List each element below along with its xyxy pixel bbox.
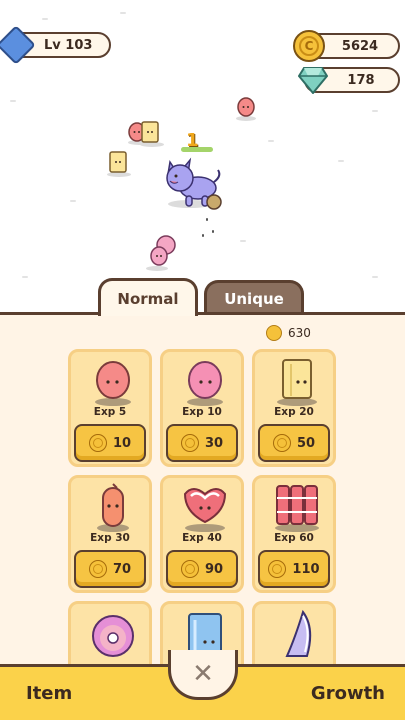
item-price: 50: [296, 435, 316, 451]
coin-icon: [272, 434, 291, 452]
shop-card[interactable]: [68, 601, 152, 664]
ground-speck: [10, 100, 16, 102]
item-exp: Exp 30: [90, 532, 130, 544]
shop-card[interactable]: Exp 10 30: [160, 349, 244, 467]
shop-card[interactable]: Exp 60 110: [252, 475, 336, 593]
item-price: 10: [112, 435, 132, 451]
cheese-pickup[interactable]: [108, 150, 128, 174]
ground-speck: [338, 160, 344, 162]
ground-speck: [240, 240, 246, 242]
coin-icon: [180, 434, 199, 452]
tab-normal[interactable]: Normal: [98, 278, 198, 316]
shop-card[interactable]: [252, 601, 336, 664]
ground-speck: [372, 110, 378, 112]
item-exp: Exp 40: [182, 532, 222, 544]
shop-balance-value: 630: [288, 326, 311, 340]
item-price: 90: [204, 561, 224, 577]
ground-speck: [120, 12, 126, 14]
coin-icon: [266, 325, 282, 341]
gem-count: 178: [347, 72, 375, 88]
shop-panel: 630 Exp 5 10 Exp 10 30 Exp 20 50 Exp 30 …: [0, 312, 405, 664]
dust-particle: [202, 234, 204, 237]
buy-button[interactable]: 10: [74, 424, 146, 462]
sausage-icon: [97, 483, 129, 532]
item-price: 110: [292, 561, 320, 577]
coin-icon: C: [293, 30, 325, 62]
ground-speck: [268, 140, 274, 142]
coin-count: 5624: [341, 38, 379, 54]
buy-button[interactable]: 50: [258, 424, 330, 462]
shop-card[interactable]: Exp 30 70: [68, 475, 152, 593]
buy-button[interactable]: 110: [258, 550, 330, 588]
steak-icon: [183, 488, 227, 532]
growth-tab-button[interactable]: Growth: [311, 683, 385, 704]
level-text: Lv 103: [44, 37, 93, 53]
item-exp: Exp 60: [274, 532, 314, 544]
ground-speck: [70, 200, 76, 202]
ham-steak-icon: [92, 615, 134, 657]
dust-particle: [206, 218, 208, 221]
game-field[interactable]: Lv 103 5624 C 178 1: [0, 0, 405, 312]
item-price: 70: [112, 561, 132, 577]
close-icon: ✕: [192, 658, 214, 689]
shop-card[interactable]: Exp 40 90: [160, 475, 244, 593]
shop-card[interactable]: Exp 5 10: [68, 349, 152, 467]
shop-tabs: Unique Normal: [0, 278, 405, 316]
close-panel-button[interactable]: ✕: [168, 650, 238, 700]
dust-particle: [212, 230, 214, 233]
buy-button[interactable]: 70: [74, 550, 146, 588]
coin-icon: [268, 560, 287, 578]
item-price: 30: [204, 435, 224, 451]
shop-balance: 630: [266, 325, 311, 341]
gem-icon: [298, 67, 328, 94]
ham-slice-pickup[interactable]: [148, 234, 178, 268]
ground-speck: [42, 18, 48, 20]
tab-unique[interactable]: Unique: [204, 280, 304, 314]
coin-icon: [180, 560, 199, 578]
tab-unique-label: Unique: [224, 289, 284, 308]
item-exp: Exp 10: [182, 406, 222, 418]
ham-slice-icon: [95, 361, 131, 406]
item-exp: Exp 5: [93, 406, 127, 418]
ham-slice-pickup[interactable]: [237, 97, 255, 117]
cheese-block-icon: [277, 359, 317, 406]
ham-slice-icon: [187, 361, 223, 406]
player-creature[interactable]: [160, 152, 224, 212]
item-tab-button[interactable]: Item: [26, 683, 72, 704]
fish-fillet-icon: [285, 609, 312, 657]
tab-normal-label: Normal: [117, 289, 179, 308]
coin-icon: [88, 434, 107, 452]
coin-icon: [88, 560, 107, 578]
cheese-pickup[interactable]: [140, 120, 160, 144]
buy-button[interactable]: 30: [166, 424, 238, 462]
bacon-strips-icon: [275, 485, 319, 532]
buy-button[interactable]: 90: [166, 550, 238, 588]
item-exp: Exp 20: [274, 406, 314, 418]
shop-card[interactable]: Exp 20 50: [252, 349, 336, 467]
